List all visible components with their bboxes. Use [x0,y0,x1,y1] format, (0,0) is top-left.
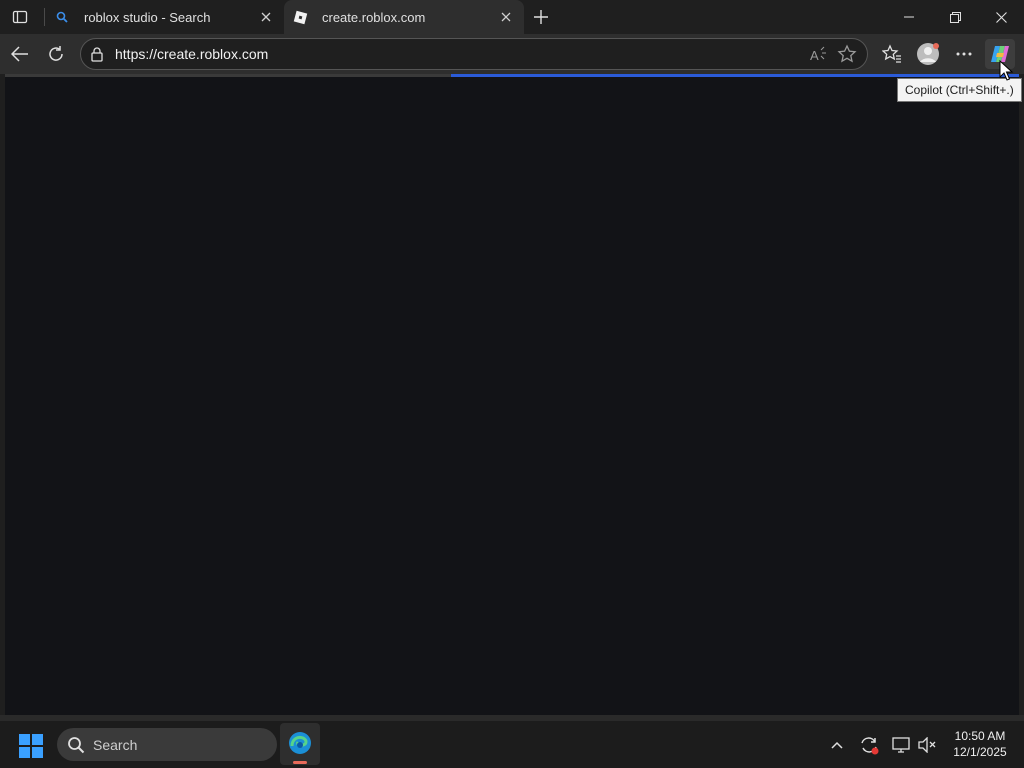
tab-separator [44,8,45,26]
tab-title: create.roblox.com [322,9,426,25]
edge-taskbar-button[interactable] [280,723,320,765]
clock-time: 10:50 AM [954,729,1006,743]
tab-roblox-studio-search[interactable]: roblox studio - Search [46,0,284,34]
search-icon [54,9,70,25]
profile-avatar-icon[interactable] [913,39,943,69]
tab-title: roblox studio - Search [84,9,211,25]
system-clock[interactable]: 10:50 AM 12/1/2025 [940,728,1020,760]
show-hidden-icons-chevron-icon[interactable] [825,733,849,757]
mouse-cursor-icon [999,60,1014,81]
close-window-icon[interactable] [978,0,1024,34]
tab-strip: roblox studio - Search create.roblox.com [0,0,1024,34]
restore-icon[interactable] [932,0,978,34]
favorites-icon[interactable] [877,39,907,69]
back-icon[interactable] [5,39,35,69]
tab-actions-icon[interactable] [8,6,32,28]
search-icon [67,736,85,754]
active-app-indicator [293,761,307,764]
refresh-icon[interactable] [41,39,71,69]
new-tab-icon[interactable] [528,4,554,30]
taskbar-search-placeholder: Search [93,737,138,753]
add-favorite-star-icon[interactable] [837,44,859,66]
svg-text:A: A [810,48,819,63]
tab-create-roblox[interactable]: create.roblox.com [284,0,524,34]
more-options-icon[interactable] [949,39,979,69]
address-bar[interactable]: https://create.roblox.com A [80,38,868,70]
windows-start-icon[interactable] [18,733,44,759]
minimize-icon[interactable] [886,0,932,34]
clock-date: 12/1/2025 [953,745,1007,759]
page-content-area[interactable] [5,77,1019,715]
roblox-icon [292,9,308,25]
sync-status-icon[interactable] [857,733,881,757]
url-text[interactable]: https://create.roblox.com [115,46,268,62]
edge-icon [288,731,312,755]
volume-muted-icon[interactable] [915,733,939,757]
network-icon[interactable] [889,733,913,757]
read-aloud-icon[interactable]: A [807,44,829,66]
taskbar: Search 10:50 AM 12/1/2025 [0,721,1024,768]
lock-icon[interactable] [89,46,105,62]
close-tab-icon[interactable] [254,5,278,29]
browser-toolbar: https://create.roblox.com A [0,34,1024,74]
close-tab-icon[interactable] [494,5,518,29]
taskbar-search[interactable]: Search [57,728,277,761]
